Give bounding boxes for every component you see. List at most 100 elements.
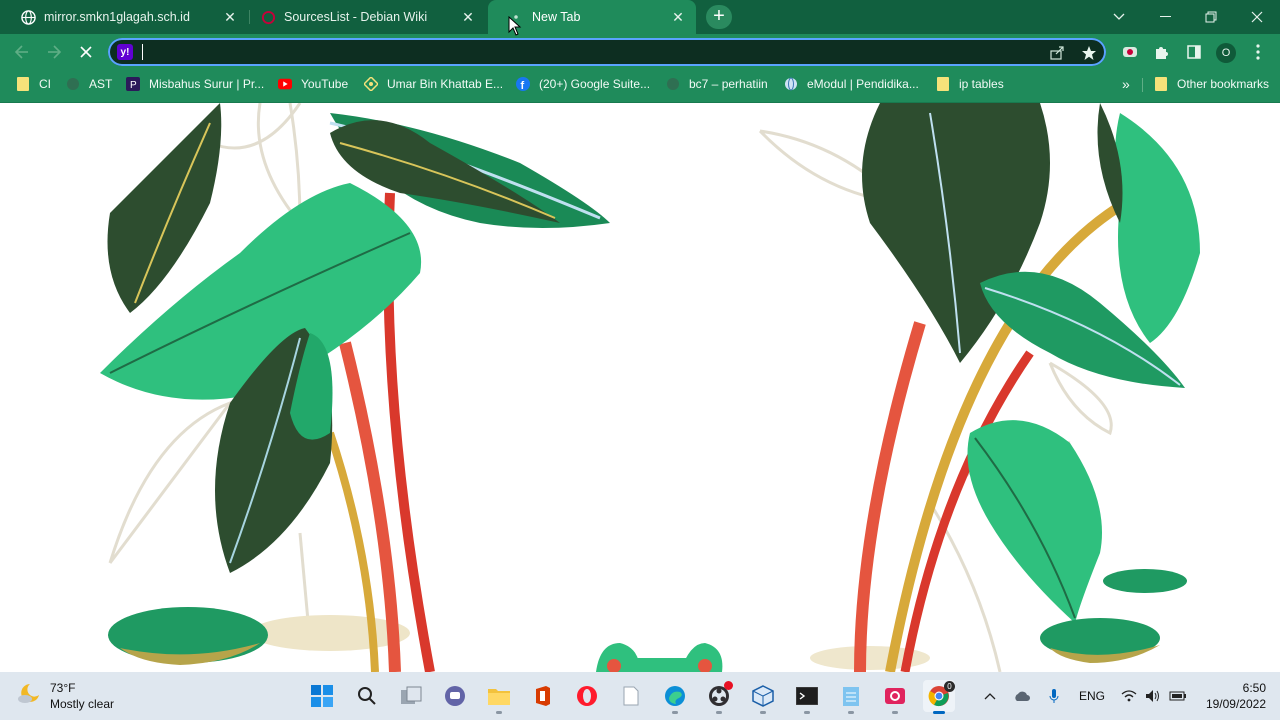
close-window-button[interactable]	[1234, 0, 1280, 34]
bookmark-label: AST	[89, 77, 113, 91]
bookmarks-bar: CI AST P Misbahus Surur | Pr... YouTube …	[0, 70, 1280, 103]
bookmark-label: eModul | Pendidika...	[807, 77, 919, 91]
address-bar[interactable]: y!	[108, 38, 1106, 66]
windows-taskbar: 73°F Mostly clear 0 ENG 6:50 19/09/2022	[0, 672, 1280, 720]
page-icon	[66, 77, 80, 91]
bookmark-google-suite[interactable]: f (20+) Google Suite...	[516, 70, 650, 98]
tab-search-icon[interactable]	[1096, 0, 1142, 34]
new-tab-page	[0, 103, 1280, 672]
terminal-icon[interactable]	[791, 680, 823, 714]
extension-icon[interactable]	[1120, 42, 1140, 62]
language-indicator[interactable]: ENG	[1076, 684, 1108, 708]
facebook-icon: f	[516, 77, 530, 91]
obs-icon[interactable]	[703, 680, 735, 714]
page-icon	[666, 77, 680, 91]
moon-cloud-icon	[16, 681, 42, 712]
stop-loading-button[interactable]	[72, 38, 100, 66]
other-bookmarks[interactable]: Other bookmarks	[1154, 70, 1269, 98]
profile-avatar[interactable]: O	[1216, 43, 1236, 63]
bookmark-label: YouTube	[301, 77, 349, 91]
new-tab-button[interactable]: +	[706, 5, 732, 29]
browser-toolbar: y! O	[0, 34, 1280, 70]
menu-kebab-icon[interactable]	[1248, 42, 1268, 62]
text-caret	[142, 44, 143, 60]
task-view-icon[interactable]	[395, 680, 427, 712]
back-button[interactable]	[8, 38, 36, 66]
tab-strip: mirror.smkn1glagah.sch.id ✕ SourcesList …	[0, 0, 1280, 34]
close-tab-icon[interactable]: ✕	[222, 9, 238, 25]
diamond-icon	[364, 77, 378, 91]
tab-title: SourcesList - Debian Wiki	[284, 10, 428, 24]
weather-condition: Mostly clear	[50, 697, 115, 711]
opera-icon[interactable]	[571, 680, 603, 712]
extensions-puzzle-icon[interactable]	[1152, 42, 1172, 62]
address-input[interactable]	[142, 42, 1006, 64]
video-recorder-icon[interactable]	[879, 680, 911, 714]
bookmark-ast[interactable]: AST	[66, 70, 112, 98]
folder-icon	[936, 77, 950, 91]
bookmarks-overflow-button[interactable]: »	[1122, 70, 1130, 98]
bookmark-label: Other bookmarks	[1177, 77, 1270, 91]
bookmark-label: (20+) Google Suite...	[539, 77, 651, 91]
notepad-icon[interactable]	[835, 680, 867, 714]
tab-sourceslist[interactable]: SourcesList - Debian Wiki ✕	[250, 0, 486, 34]
windows-start-icon[interactable]	[306, 680, 338, 712]
battery-icon[interactable]	[1168, 684, 1188, 708]
tab-mirror[interactable]: mirror.smkn1glagah.sch.id ✕	[0, 0, 248, 34]
folder-icon	[16, 77, 30, 91]
bookmark-bc7[interactable]: bc7 – perhatiin	[666, 70, 768, 98]
theme-background-illustration	[100, 103, 1200, 672]
close-tab-icon[interactable]: ✕	[460, 9, 476, 25]
bookmark-ip-tables[interactable]: ip tables	[936, 70, 1004, 98]
folder-icon	[1154, 77, 1168, 91]
bookmark-misbahus[interactable]: P Misbahus Surur | Pr...	[126, 70, 264, 98]
bookmark-umar[interactable]: Umar Bin Khattab E...	[364, 70, 503, 98]
bookmark-label: Umar Bin Khattab E...	[387, 77, 504, 91]
office-icon[interactable]	[527, 680, 559, 712]
debian-icon	[260, 9, 276, 25]
minimize-button[interactable]	[1142, 0, 1188, 34]
globe-icon	[784, 77, 798, 91]
restore-button[interactable]	[1188, 0, 1234, 34]
bookmark-label: ip tables	[959, 77, 1004, 91]
chrome-badge: 0	[944, 681, 955, 692]
bookmark-label: bc7 – perhatiin	[689, 77, 768, 91]
tab-title: New Tab	[532, 10, 581, 24]
file-explorer-icon[interactable]	[483, 680, 515, 714]
bookmark-label: CI	[39, 77, 51, 91]
show-hidden-icons-icon[interactable]	[982, 684, 998, 708]
mouse-cursor-icon	[508, 16, 522, 36]
yahoo-search-icon: y!	[117, 44, 133, 60]
bookmark-youtube[interactable]: YouTube	[278, 70, 348, 98]
svg-text:P: P	[130, 80, 137, 91]
virtualbox-icon[interactable]	[747, 680, 779, 714]
bookmarks-divider	[1142, 78, 1143, 92]
microphone-icon[interactable]	[1046, 684, 1062, 708]
forward-button[interactable]	[40, 38, 68, 66]
teams-chat-icon[interactable]	[439, 680, 471, 712]
tab-title: mirror.smkn1glagah.sch.id	[44, 10, 190, 24]
volume-icon[interactable]	[1144, 684, 1162, 708]
onedrive-icon[interactable]	[1012, 684, 1032, 708]
bookmark-ci[interactable]: CI	[16, 70, 51, 98]
weather-temperature: 73°F	[50, 681, 76, 695]
bookmark-star-icon[interactable]	[1080, 44, 1098, 62]
youtube-icon	[278, 77, 292, 91]
globe-icon	[20, 9, 36, 25]
blog-icon: P	[126, 77, 140, 91]
weather-widget[interactable]: 73°F Mostly clear	[16, 680, 114, 712]
side-panel-icon[interactable]	[1184, 42, 1204, 62]
close-tab-icon[interactable]: ✕	[670, 9, 686, 25]
clock-time: 6:50	[1242, 681, 1266, 695]
clock-date: 19/09/2022	[1205, 697, 1266, 711]
edge-icon[interactable]	[659, 680, 691, 714]
bookmark-emodul[interactable]: eModul | Pendidika...	[784, 70, 919, 98]
svg-text:f: f	[521, 80, 525, 91]
notepad-file-icon[interactable]	[615, 680, 647, 712]
share-icon[interactable]	[1048, 44, 1066, 62]
wifi-icon[interactable]	[1120, 684, 1138, 708]
system-clock[interactable]: 6:50 19/09/2022	[1196, 680, 1266, 712]
search-icon[interactable]	[351, 680, 383, 712]
chrome-icon[interactable]: 0	[923, 680, 955, 714]
recording-dot-icon	[724, 681, 733, 690]
